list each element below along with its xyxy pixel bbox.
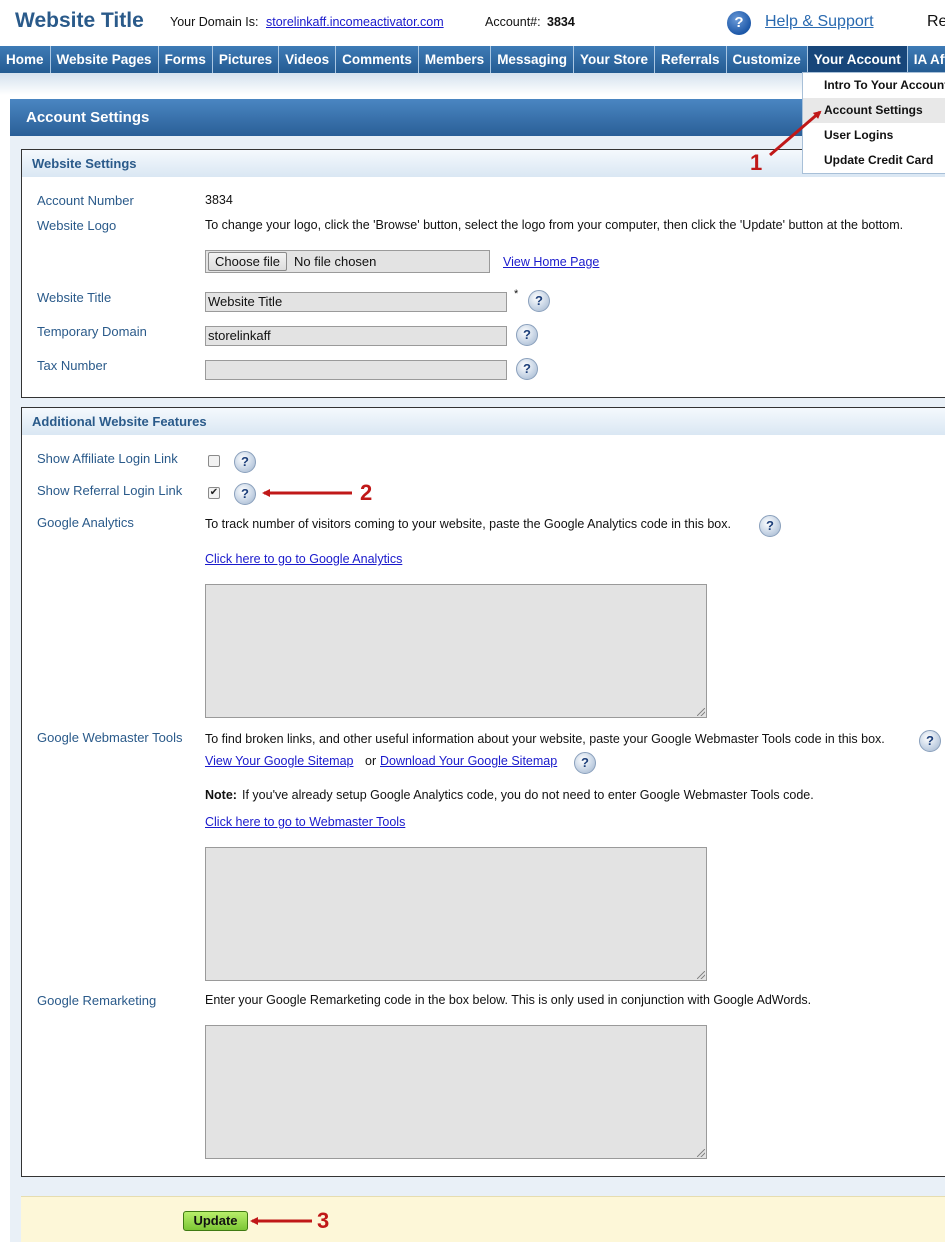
menu-item-user-logins[interactable]: User Logins xyxy=(803,123,945,148)
your-account-dropdown: Intro To Your Account Account Settings U… xyxy=(802,72,945,174)
menu-item-intro[interactable]: Intro To Your Account xyxy=(803,73,945,98)
resize-handle[interactable] xyxy=(697,1149,705,1157)
domain-link[interactable]: storelinkaff.incomeactivator.com xyxy=(266,15,444,29)
menu-item-account-settings[interactable]: Account Settings xyxy=(803,98,945,123)
webmaster-tools-link[interactable]: Click here to go to Webmaster Tools xyxy=(205,815,405,829)
account-number: 3834 xyxy=(547,15,575,29)
file-status: No file chosen xyxy=(294,254,377,269)
nav-forms[interactable]: Forms xyxy=(159,46,213,73)
choose-file-button[interactable]: Choose file xyxy=(208,252,288,271)
tax-number-input[interactable] xyxy=(205,360,507,380)
website-title-help-icon[interactable]: ? xyxy=(528,290,550,312)
download-sitemap-link[interactable]: Download Your Google Sitemap xyxy=(380,754,557,768)
website-logo-label: Website Logo xyxy=(37,218,117,233)
webmaster-tools-help-icon[interactable]: ? xyxy=(919,730,941,752)
domain-label: Your Domain Is: xyxy=(170,15,259,29)
nav-ia-affiliate[interactable]: IA Affi xyxy=(908,46,945,73)
nav-videos[interactable]: Videos xyxy=(279,46,337,73)
nav-referrals[interactable]: Referrals xyxy=(655,46,727,73)
google-analytics-link[interactable]: Click here to go to Google Analytics xyxy=(205,552,402,566)
google-analytics-textarea[interactable] xyxy=(205,584,707,718)
main-nav: Home Website Pages Forms Pictures Videos… xyxy=(0,46,945,73)
google-analytics-help-icon[interactable]: ? xyxy=(759,515,781,537)
referral-login-label: Show Referral Login Link xyxy=(37,483,183,498)
logo-instructions: To change your logo, click the 'Browse' … xyxy=(205,218,904,232)
resize-handle[interactable] xyxy=(697,708,705,716)
website-title-input[interactable]: Website Title xyxy=(205,292,507,312)
google-remarketing-text: Enter your Google Remarketing code in th… xyxy=(205,993,812,1007)
temporary-domain-label: Temporary Domain xyxy=(37,324,147,339)
annotation-number-3: 3 xyxy=(317,1208,330,1233)
annotation-number-1: 1 xyxy=(750,150,763,175)
affiliate-login-checkbox[interactable] xyxy=(208,455,220,467)
annotation-number-2: 2 xyxy=(360,480,373,505)
required-mark: * xyxy=(514,288,519,300)
nav-website-pages[interactable]: Website Pages xyxy=(51,46,159,73)
website-title-label: Website Title xyxy=(37,290,112,305)
nav-your-account[interactable]: Your Account xyxy=(807,46,908,73)
note-text: If you've already setup Google Analytics… xyxy=(242,788,814,802)
view-sitemap-link[interactable]: View Your Google Sitemap xyxy=(205,754,353,768)
resize-handle[interactable] xyxy=(697,971,705,979)
nav-pictures[interactable]: Pictures xyxy=(213,46,280,73)
sitemap-or-text: or xyxy=(365,754,377,768)
update-button[interactable]: Update xyxy=(183,1211,248,1231)
account-label: Account#: xyxy=(485,15,541,29)
form-footer xyxy=(21,1196,945,1242)
additional-features-header: Additional Website Features xyxy=(22,408,945,435)
logo-file-input[interactable]: Choose file No file chosen xyxy=(205,250,490,273)
referral-login-help-icon[interactable]: ? xyxy=(234,483,256,505)
nav-messaging[interactable]: Messaging xyxy=(491,46,574,73)
google-remarketing-label: Google Remarketing xyxy=(37,993,157,1008)
account-number-value: 3834 xyxy=(205,193,233,207)
view-home-page-link[interactable]: View Home Page xyxy=(503,255,599,269)
webmaster-tools-label: Google Webmaster Tools xyxy=(37,730,183,745)
top-header: Website Title Your Domain Is: storelinka… xyxy=(0,0,945,45)
tax-number-label: Tax Number xyxy=(37,358,108,373)
affiliate-login-help-icon[interactable]: ? xyxy=(234,451,256,473)
affiliate-login-label: Show Affiliate Login Link xyxy=(37,451,178,466)
google-analytics-text: To track number of visitors coming to yo… xyxy=(205,517,731,531)
temporary-domain-input[interactable]: storelinkaff xyxy=(205,326,507,346)
webmaster-tools-textarea[interactable] xyxy=(205,847,707,981)
help-question-icon[interactable]: ? xyxy=(727,11,751,35)
help-support-link[interactable]: Help & Support xyxy=(765,13,874,31)
truncated-header-text[interactable]: Re xyxy=(927,13,945,31)
site-title: Website Title xyxy=(15,9,144,32)
nav-comments[interactable]: Comments xyxy=(336,46,419,73)
nav-your-store[interactable]: Your Store xyxy=(574,46,655,73)
account-number-label: Account Number xyxy=(37,193,134,208)
webmaster-tools-text: To find broken links, and other useful i… xyxy=(205,732,885,746)
referral-login-checkbox[interactable]: ✔ xyxy=(208,487,220,499)
note-label: Note: xyxy=(205,788,237,802)
menu-item-update-credit-card[interactable]: Update Credit Card xyxy=(803,148,945,173)
google-analytics-label: Google Analytics xyxy=(37,515,134,530)
temporary-domain-help-icon[interactable]: ? xyxy=(516,324,538,346)
nav-customize[interactable]: Customize xyxy=(727,46,808,73)
google-remarketing-textarea[interactable] xyxy=(205,1025,707,1159)
nav-home[interactable]: Home xyxy=(0,46,51,73)
tax-number-help-icon[interactable]: ? xyxy=(516,358,538,380)
nav-members[interactable]: Members xyxy=(419,46,492,73)
sitemap-help-icon[interactable]: ? xyxy=(574,752,596,774)
